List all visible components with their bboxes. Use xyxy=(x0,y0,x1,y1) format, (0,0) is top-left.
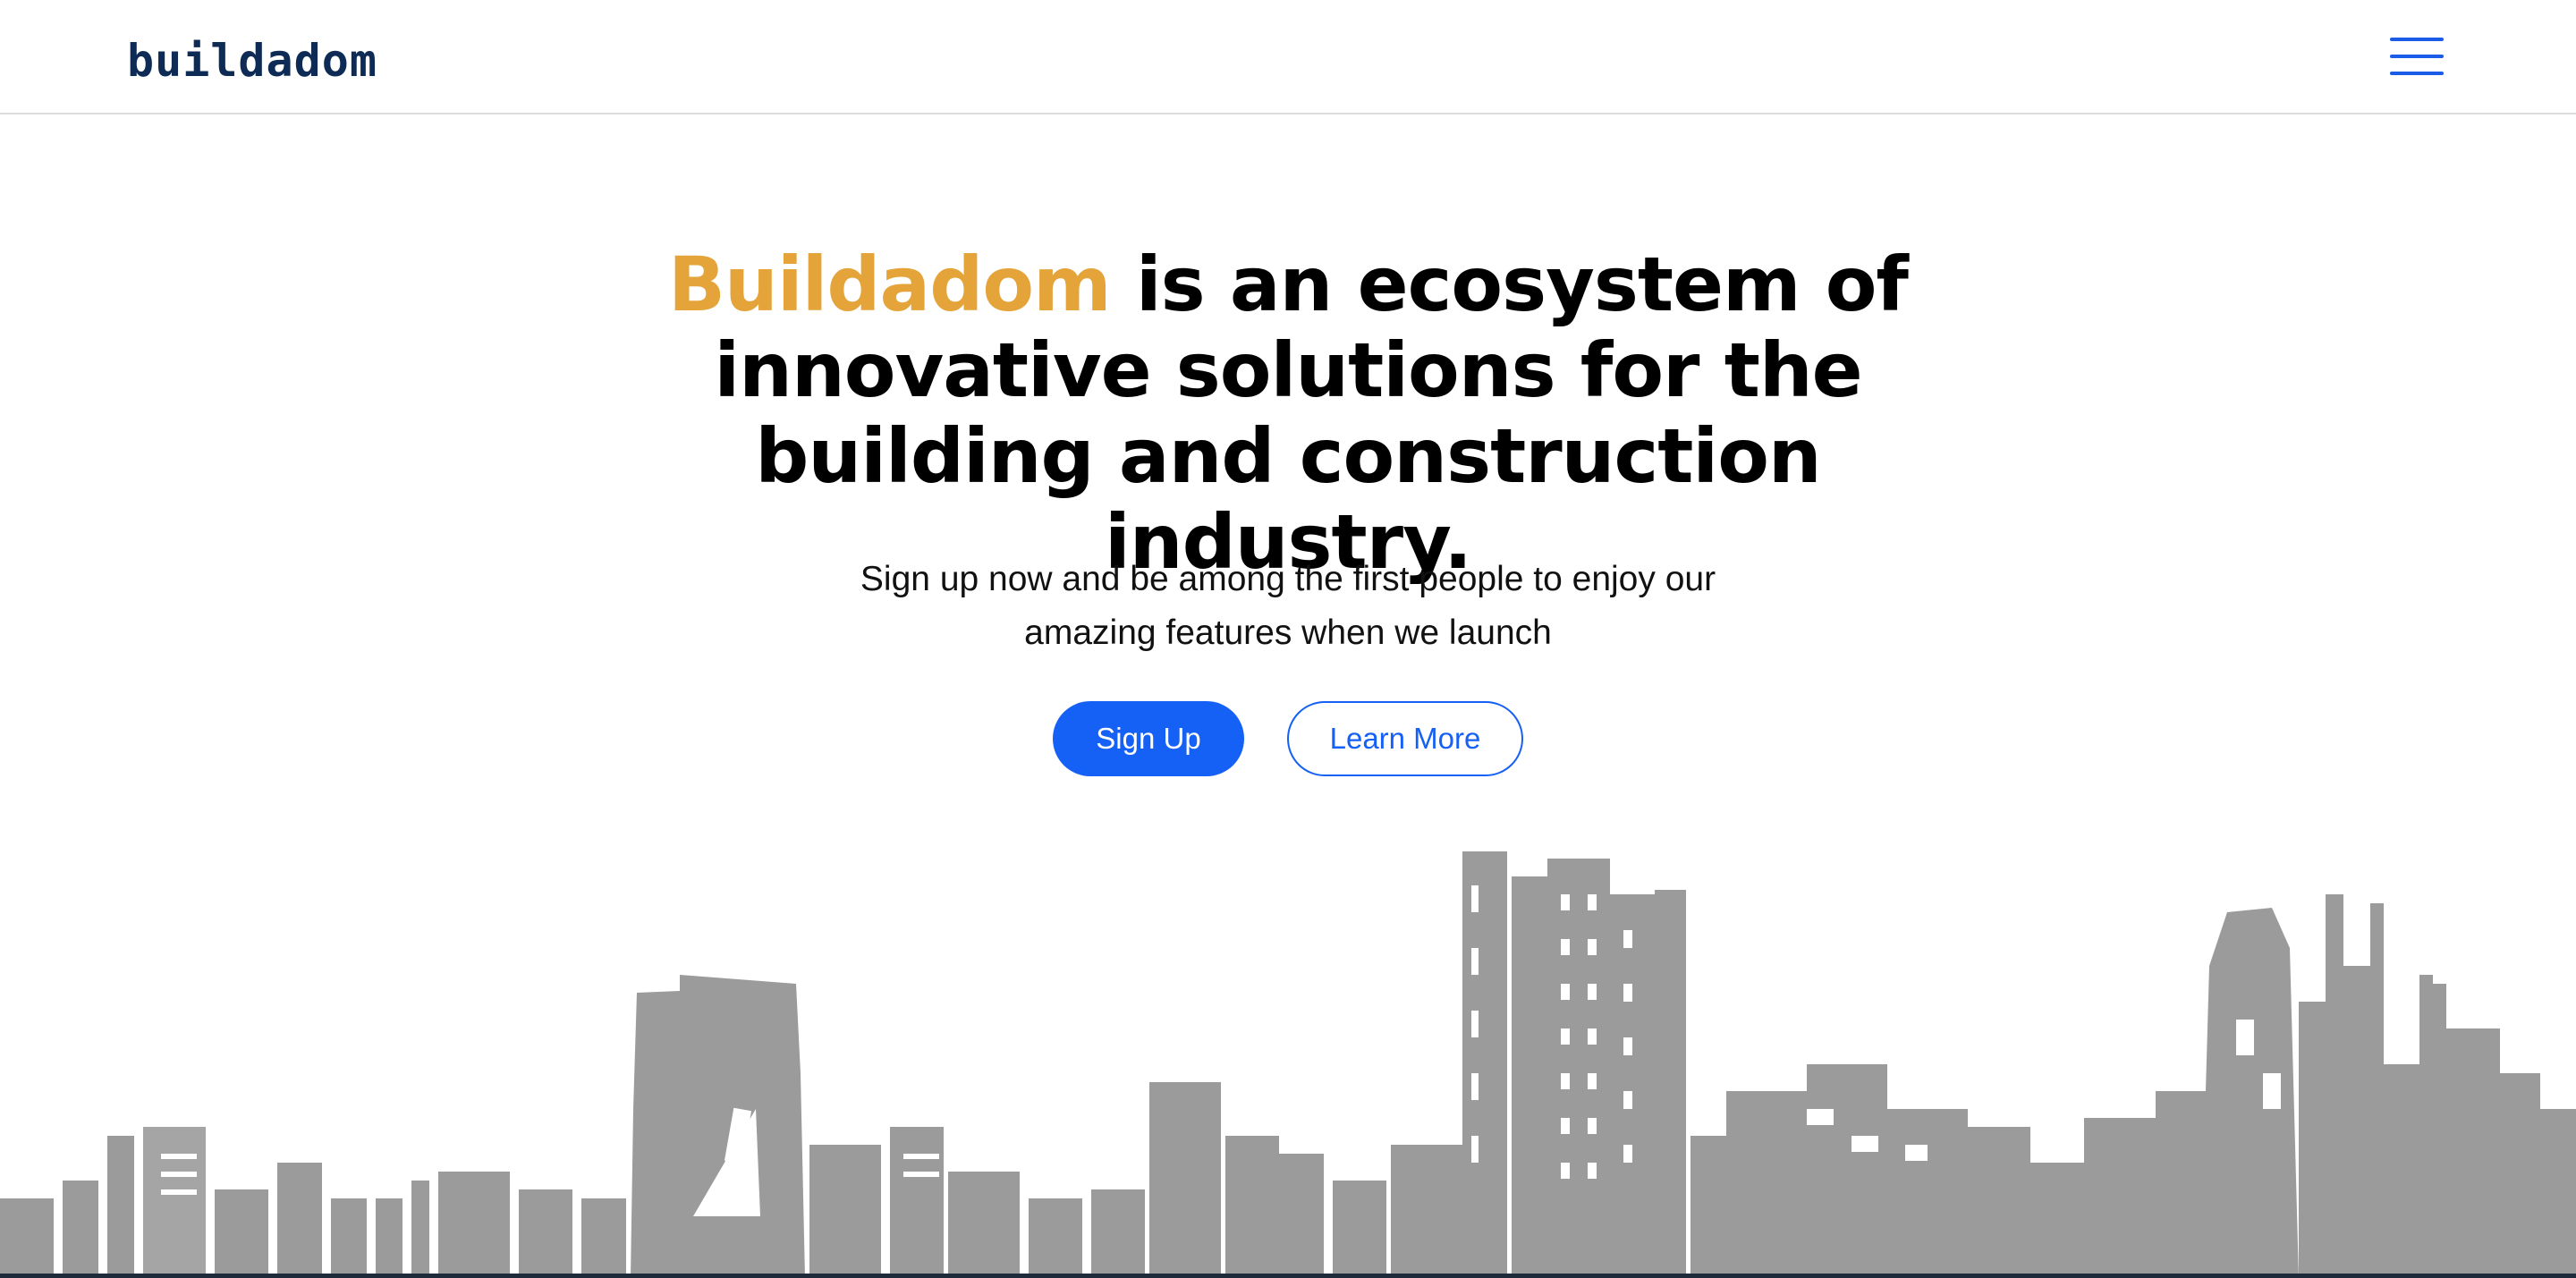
menu-bar-bottom xyxy=(2390,72,2444,75)
menu-bar-top xyxy=(2390,38,2444,41)
hero-subtitle: Sign up now and be among the first peopl… xyxy=(860,560,1716,652)
learn-more-button[interactable]: Learn More xyxy=(1287,701,1523,776)
page-bottom-edge xyxy=(0,1274,2576,1278)
buildadom-logo[interactable]: buildadom xyxy=(127,34,377,88)
hamburger-menu-icon[interactable] xyxy=(2390,36,2444,77)
city-skyline-illustration xyxy=(0,851,2576,1278)
menu-bar-middle xyxy=(2390,55,2444,58)
navbar: buildadom xyxy=(0,0,2576,114)
headline-brand-word: Buildadom xyxy=(668,241,1112,328)
hero-headline: Buildadom is an ecosystem of innovative … xyxy=(572,241,2004,585)
sign-up-button[interactable]: Sign Up xyxy=(1053,701,1244,776)
